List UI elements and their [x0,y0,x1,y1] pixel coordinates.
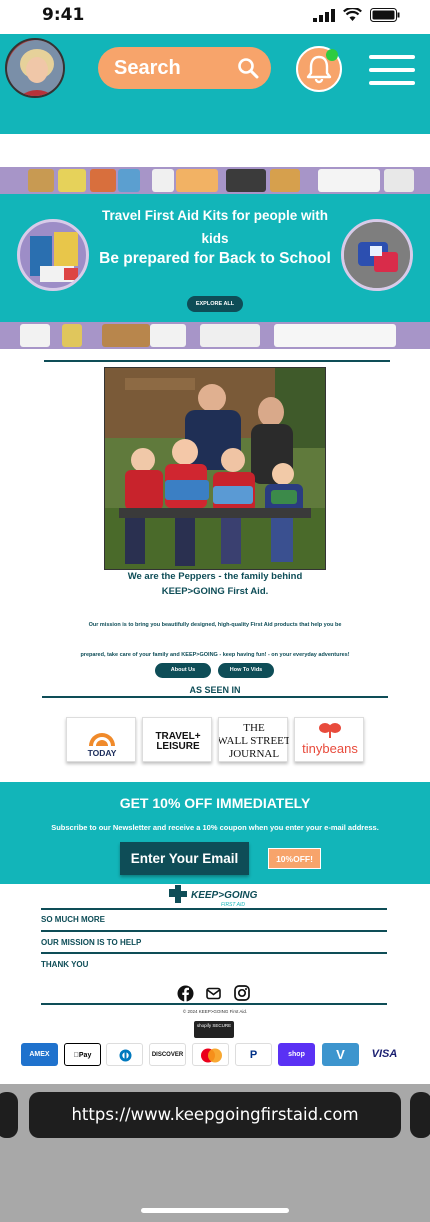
footer-link-so-much-more[interactable]: SO MUCH MORE [41,915,105,924]
shopify-secure-badge: shopify SECURE [194,1021,234,1038]
copyright: © 2024 KEEP>GOING First Aid. [182,1009,248,1014]
divider [42,696,388,698]
instagram-icon[interactable] [234,985,250,1001]
wifi-icon [343,8,362,21]
status-bar: 9:41 [0,0,430,34]
status-time: 9:41 [42,5,85,25]
avatar[interactable] [5,38,65,98]
signal-icon [313,8,335,22]
mission-line-2: prepared, take care of your family and K… [80,652,350,658]
divider [41,930,387,932]
press-logo-wsj[interactable]: THE WALL STREET JOURNAL [217,717,291,762]
shop-pay-icon: shop [278,1043,315,1066]
enter-email-button[interactable]: Enter Your Email [120,842,249,875]
mission-line-1: Our mission is to bring you beautifully … [88,622,342,628]
footer-logo[interactable]: KEEP>GOING FIRST AID [163,883,273,909]
apple-pay-icon: Pay [64,1043,101,1066]
about-intro: We are the Peppers - the family behind K… [127,571,303,597]
press-logo-today[interactable]: TODAY [66,717,136,762]
search-icon [238,58,259,79]
divider [44,360,390,362]
battery-icon [370,8,400,22]
divider [41,1003,387,1005]
newsletter-section: GET 10% OFF IMMEDIATELY Subscribe to our… [0,782,430,884]
menu-icon[interactable] [369,53,415,87]
press-logo-tinybeans[interactable]: tinybeans [294,717,364,762]
footer-link-mission[interactable]: OUR MISSION IS TO HELP [41,938,141,947]
coupon-button[interactable]: 10%OFF! [268,848,321,869]
newsletter-subtitle: Subscribe to our Newsletter and receive … [51,823,379,832]
notifications-button[interactable] [296,46,342,92]
family-photo [104,367,326,570]
footer-link-thank-you[interactable]: THANK YOU [41,960,88,969]
press-logo-travel-leisure[interactable]: TRAVEL+ LEISURE [142,717,212,762]
footer-logo-text: KEEP>GOING [191,890,258,901]
hero-pattern-bottom [0,322,430,349]
mastercard-icon [192,1043,229,1066]
search-label: Search [114,57,181,79]
divider [41,908,387,910]
next-tab[interactable] [410,1092,430,1138]
status-icons [313,8,400,22]
discover-icon: DISCOVER [149,1043,186,1066]
notification-dot [326,49,338,61]
home-indicator[interactable] [141,1208,289,1213]
hero-image-right [341,219,413,291]
diners-icon [106,1043,143,1066]
newsletter-title: GET 10% OFF IMMEDIATELY [119,795,311,811]
address-bar[interactable]: https://www.keepgoingfirstaid.com [29,1092,401,1138]
visa-icon: VISA [366,1043,403,1066]
svg-text:THE: THE [243,722,265,734]
search-bar[interactable]: Search [98,47,271,89]
svg-text:JOURNAL: JOURNAL [229,748,279,760]
hero-headline: Travel First Aid Kits for people with ki… [101,208,329,246]
hero-subheadline: Be prepared for Back to School [99,250,331,267]
explore-all-button[interactable]: EXPLORE ALL [187,296,243,312]
venmo-icon: V [322,1043,359,1066]
svg-text:LEISURE: LEISURE [156,741,200,752]
browser-toolbar: https://www.keepgoingfirstaid.com [0,1084,430,1222]
how-to-videos-button[interactable]: How To Vids [218,663,274,678]
press-name-tinybeans: tinybeans [302,741,358,756]
svg-text:WALL STREET: WALL STREET [219,735,289,747]
previous-tab[interactable] [0,1092,18,1138]
divider [41,952,387,954]
avatar-photo [7,40,63,96]
press-name-today: TODAY [88,748,117,758]
as-seen-in-heading: AS SEEN IN [189,685,241,695]
mail-icon[interactable] [206,987,221,1000]
amex-icon: AMEX [21,1043,58,1066]
facebook-icon[interactable] [177,985,194,1002]
about-us-button[interactable]: About Us [155,663,211,678]
hero-image-left [17,219,89,291]
site-header: Search [0,34,430,134]
paypal-icon: P [235,1043,272,1066]
hero-banner[interactable]: Travel First Aid Kits for people with ki… [0,194,430,322]
hero-pattern-top [0,167,430,194]
